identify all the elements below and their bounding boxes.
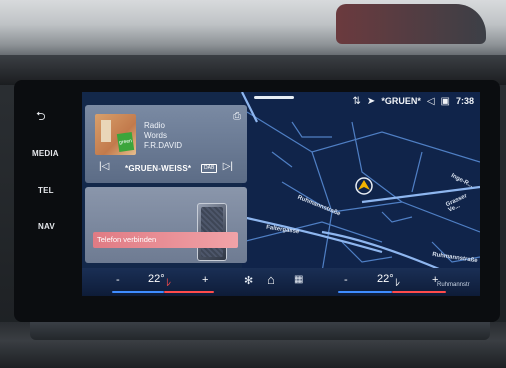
map-street-bottom: Ruhmannstr	[437, 282, 470, 288]
media-artist: F.R.DAVID	[144, 141, 183, 150]
nav-button[interactable]: NAV	[38, 222, 55, 231]
fan-icon[interactable]: ✻	[244, 274, 253, 287]
media-source: Radio	[144, 121, 165, 130]
status-bar: ⇅ ➤ *GRUEN* ◁ ▣ 7:38	[353, 92, 480, 110]
right-temp-bar-blue	[338, 291, 392, 293]
media-button[interactable]: MEDIA	[32, 149, 59, 158]
infotainment-screen: Ruhmannstraße Faltergasse Ruhmannstraße …	[82, 92, 480, 296]
background-car	[336, 4, 486, 44]
left-seat-heat-icon[interactable]: ﾚ	[166, 274, 171, 289]
next-track-icon[interactable]: ▷|	[223, 161, 233, 172]
tel-button[interactable]: TEL	[38, 186, 54, 195]
phone-widget[interactable]	[85, 187, 247, 263]
climate-bar: - 22° ﾚ + ✻ ⌂ ▦ - 22° ﾚ + Ruhmannstr	[82, 268, 480, 296]
right-temp-minus-button[interactable]: -	[344, 274, 348, 286]
signal-icon: ⇅	[352, 95, 361, 107]
left-temp-bar-red	[164, 291, 214, 293]
source-select-icon[interactable]: ⎙	[233, 111, 241, 122]
connect-phone-button[interactable]: Telefon verbinden	[93, 232, 238, 248]
right-temp[interactable]: 22°	[377, 273, 394, 285]
left-temp[interactable]: 22°	[148, 273, 165, 285]
back-button[interactable]: ⮌	[36, 107, 46, 128]
status-station: *GRUEN*	[381, 96, 421, 106]
dab-badge: DAB	[201, 164, 218, 173]
media-song: Words	[144, 131, 167, 140]
album-cover: green	[95, 114, 136, 155]
previous-track-icon[interactable]: |◁	[99, 161, 109, 172]
volume-icon: ◁	[426, 95, 435, 107]
right-temp-bar-red	[392, 291, 446, 293]
left-temp-minus-button[interactable]: -	[116, 274, 120, 286]
apps-grid-icon[interactable]: ▦	[294, 274, 303, 285]
right-seat-icon[interactable]: ﾚ	[395, 274, 400, 289]
media-widget[interactable]: green Radio Words F.R.DAVID ⎙ |◁ *GRUEN-…	[85, 105, 247, 183]
status-time: 7:38	[455, 96, 474, 106]
navigation-arrow-icon: ➤	[366, 95, 376, 107]
left-temp-plus-button[interactable]: +	[202, 274, 208, 286]
media-station: *GRUEN-WEISS*	[125, 164, 192, 173]
dashboard-trim	[30, 322, 490, 340]
widget-panel: green Radio Words F.R.DAVID ⎙ |◁ *GRUEN-…	[85, 105, 247, 265]
drawer-handle[interactable]	[254, 96, 294, 99]
phone-icon: ▣	[440, 95, 450, 107]
left-temp-bar-blue	[112, 291, 164, 293]
home-icon[interactable]: ⌂	[267, 272, 275, 287]
media-info: Radio Words F.R.DAVID	[144, 121, 182, 151]
background-outside-scene	[0, 0, 506, 60]
